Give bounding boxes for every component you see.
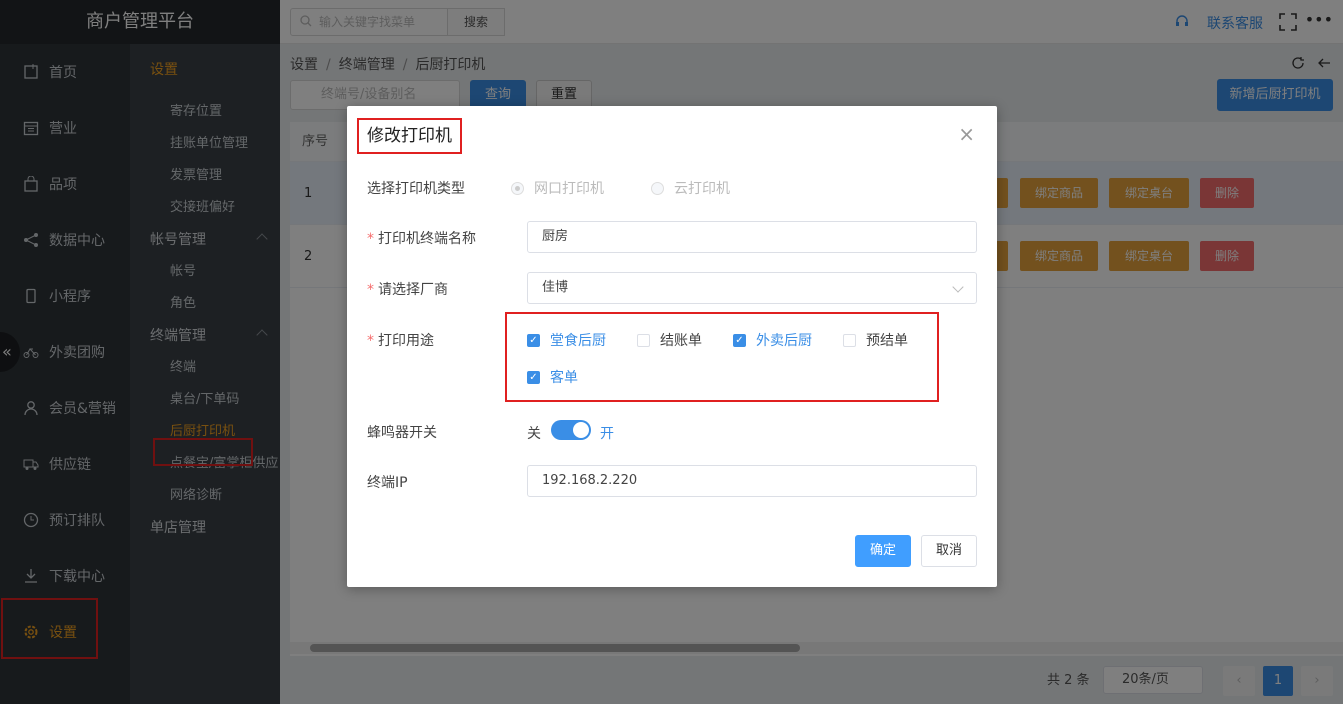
vendor-value: 佳博 [542, 280, 569, 295]
chevron-down-icon [952, 281, 964, 293]
vendor-select[interactable]: 佳博 [527, 272, 977, 304]
checkbox-label: 客单 [550, 370, 578, 386]
buzzer-toggle[interactable] [551, 420, 591, 440]
close-icon[interactable]: × [958, 124, 975, 144]
radio-cloud-printer[interactable]: 云打印机 [651, 178, 730, 198]
edit-printer-dialog: 修改打印机 × 选择打印机类型 网口打印机 云打印机 * 打印机终端名称 厨房 *… [347, 106, 997, 587]
checkbox-label: 堂食后厨 [550, 333, 606, 349]
radio-label: 网口打印机 [534, 181, 604, 197]
radio-label: 云打印机 [674, 181, 730, 197]
highlight-box-purposes [505, 312, 939, 402]
checkbox-guest-order[interactable]: ✓ 客单 [527, 367, 578, 387]
ip-input[interactable]: 192.168.2.220 [527, 465, 977, 497]
buzzer-label: 蜂鸣器开关 [367, 425, 437, 441]
checkbox-label: 结账单 [660, 333, 702, 349]
label-text: 请选择厂商 [378, 282, 448, 298]
terminal-name-input[interactable]: 厨房 [527, 221, 977, 253]
label-text: 打印用途 [378, 333, 434, 349]
checkbox-label: 预结单 [866, 333, 908, 349]
dialog-title: 修改打印机 [357, 118, 462, 154]
buzzer-on-label: 开 [600, 426, 614, 442]
checkbox-takeout-kitchen[interactable]: ✓ 外卖后厨 [733, 330, 812, 350]
cancel-button[interactable]: 取消 [921, 535, 977, 567]
checkbox-bill[interactable]: 结账单 [637, 330, 702, 350]
printer-type-label: 选择打印机类型 [367, 181, 465, 197]
radio-network-printer[interactable]: 网口打印机 [511, 178, 604, 198]
confirm-button[interactable]: 确定 [855, 535, 911, 567]
label-text: 打印机终端名称 [378, 231, 476, 247]
checkbox-pre-bill[interactable]: 预结单 [843, 330, 908, 350]
checkbox-label: 外卖后厨 [756, 333, 812, 349]
purpose-label: * 打印用途 [367, 333, 434, 349]
ip-label: 终端IP [367, 475, 408, 491]
buzzer-off-label: 关 [527, 426, 541, 442]
checkbox-dine-in-kitchen[interactable]: ✓ 堂食后厨 [527, 330, 606, 350]
terminal-name-label: * 打印机终端名称 [367, 231, 476, 247]
vendor-label: * 请选择厂商 [367, 282, 448, 298]
